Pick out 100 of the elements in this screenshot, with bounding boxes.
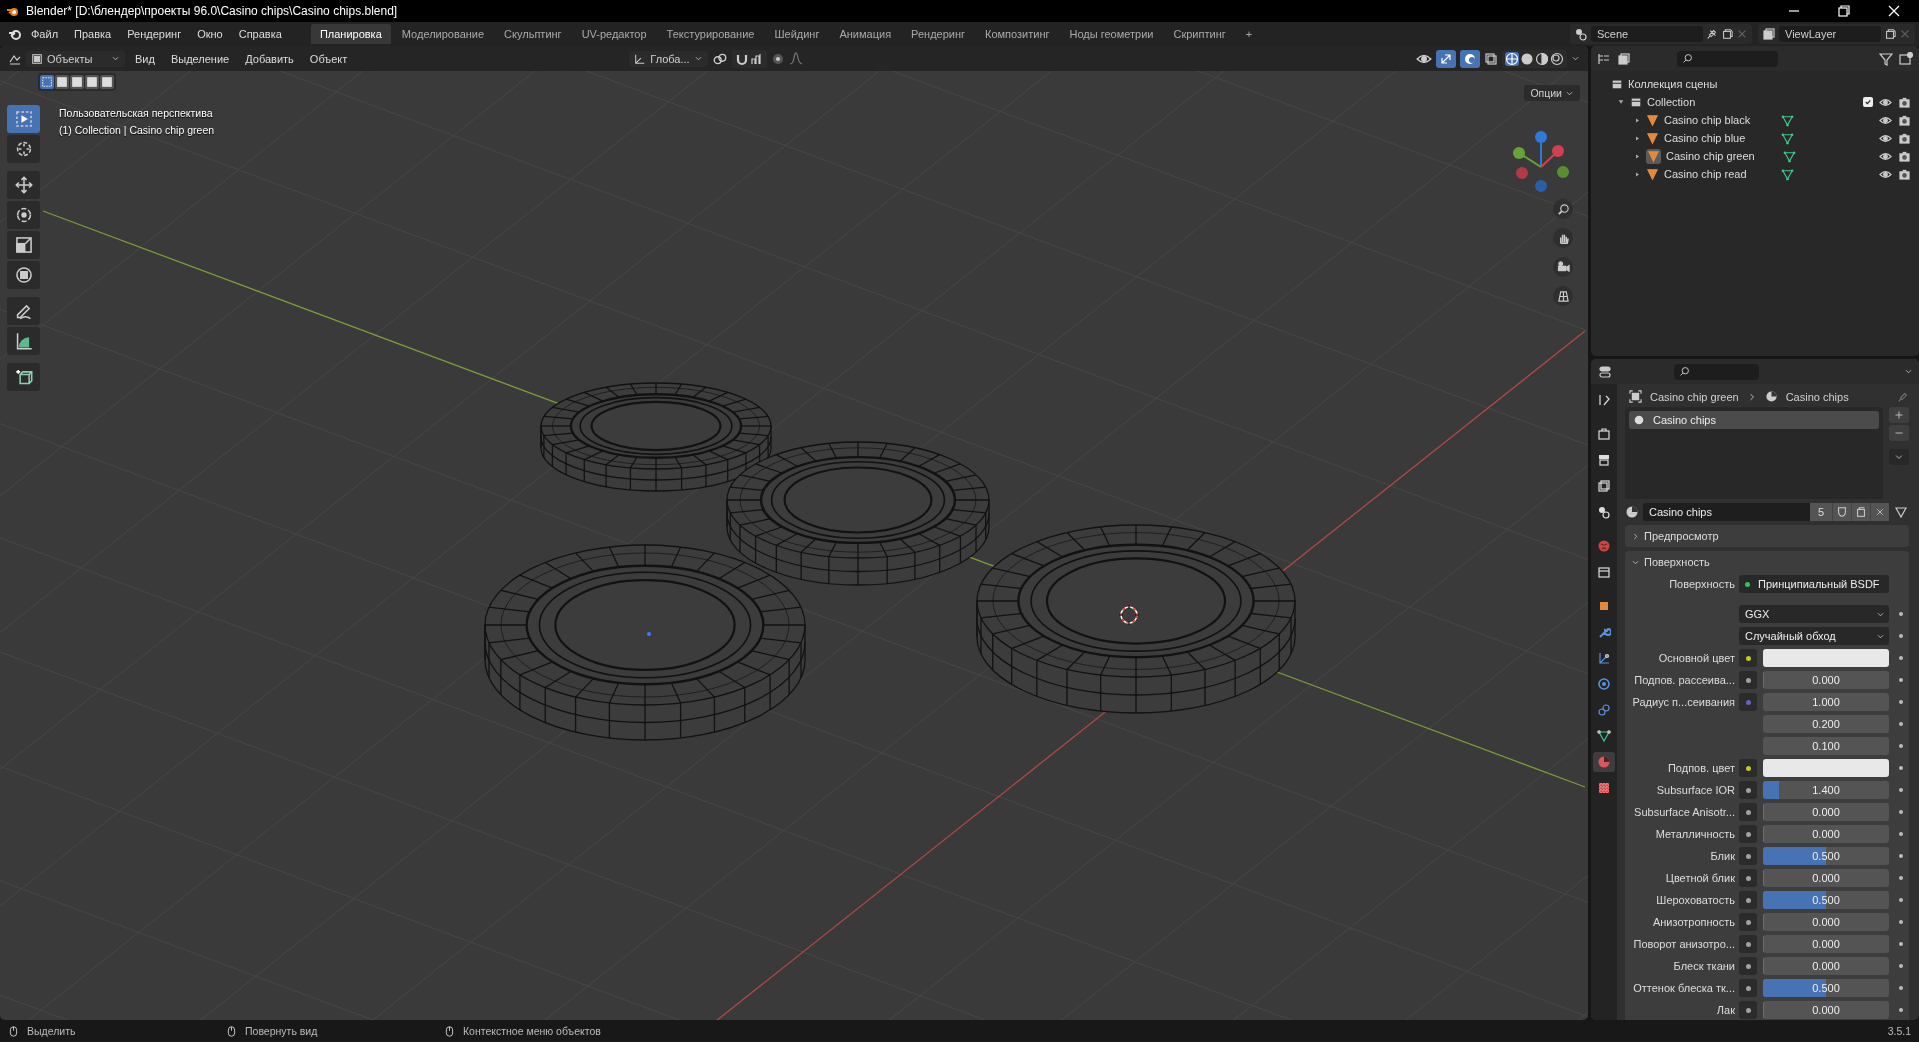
workspace-tab[interactable]: UV-редактор xyxy=(572,24,656,44)
outliner-item[interactable]: Casino chip green xyxy=(1666,150,1778,162)
workspace-tab[interactable]: Анимация xyxy=(830,24,901,44)
socket-button[interactable] xyxy=(1739,957,1757,975)
dropdown[interactable]: Случайный обход xyxy=(1739,627,1889,645)
selection-mode-icon[interactable] xyxy=(56,76,68,88)
snap-increment-icon[interactable] xyxy=(749,51,764,66)
keyframe-dot[interactable] xyxy=(1899,964,1903,968)
socket-button[interactable] xyxy=(1739,847,1757,865)
selection-mode-icon[interactable] xyxy=(86,76,98,88)
transform-tool-button[interactable] xyxy=(7,261,40,289)
add-workspace-button[interactable]: + xyxy=(1236,24,1262,44)
socket-button[interactable] xyxy=(1739,759,1757,777)
number-slider[interactable]: 0.000 xyxy=(1763,869,1889,887)
blender-logo-icon[interactable] xyxy=(8,27,22,41)
scale-tool-button[interactable] xyxy=(7,231,40,259)
material-slot[interactable]: Casino chips xyxy=(1629,411,1879,429)
material-field[interactable]: Casino chips 5 xyxy=(1643,503,1889,521)
link-data-icon[interactable] xyxy=(1893,505,1909,519)
falloff-icon[interactable] xyxy=(788,51,803,66)
panel-header[interactable]: Поверхность xyxy=(1625,551,1909,573)
color-swatch[interactable] xyxy=(1763,759,1889,777)
number-slider[interactable]: 0.000 xyxy=(1763,935,1889,953)
number-slider[interactable]: 1.400 xyxy=(1763,781,1889,799)
dropdown[interactable]: GGX xyxy=(1739,605,1889,623)
material-shading-icon[interactable] xyxy=(1535,51,1549,66)
pin-icon[interactable] xyxy=(1706,28,1718,40)
workspace-tab[interactable]: Планировка xyxy=(310,24,391,44)
orientation-dropdown[interactable]: Глоба... xyxy=(629,50,708,67)
workspace-tab[interactable]: Текстурирование xyxy=(657,24,764,44)
zoom-button[interactable] xyxy=(1553,199,1573,219)
view-layer-field[interactable]: ViewLayer xyxy=(1779,26,1881,42)
view-layer-icon[interactable] xyxy=(1617,51,1631,66)
workspace-tab[interactable]: Рендеринг xyxy=(902,24,975,44)
menu-item[interactable]: Рендеринг xyxy=(120,25,189,43)
number-slider[interactable]: 0.000 xyxy=(1763,825,1889,843)
rendered-shading-icon[interactable] xyxy=(1550,51,1564,66)
keyframe-dot[interactable] xyxy=(1899,678,1903,682)
shader-field[interactable]: Принципиальный BSDF xyxy=(1739,575,1889,593)
menu-item[interactable]: Справка xyxy=(231,25,289,43)
socket-button[interactable] xyxy=(1739,781,1757,799)
number-slider[interactable]: 0.000 xyxy=(1763,913,1889,931)
chevron-down-icon[interactable] xyxy=(1571,54,1580,63)
keyframe-dot[interactable] xyxy=(1899,612,1903,616)
close-icon[interactable] xyxy=(1887,4,1901,18)
new-collection-icon[interactable] xyxy=(1899,51,1913,66)
xray-icon[interactable] xyxy=(1484,51,1498,66)
projection-button[interactable] xyxy=(1553,286,1573,306)
triangle-right-icon[interactable] xyxy=(1633,116,1641,124)
number-field[interactable]: 1.000 xyxy=(1763,693,1889,711)
number-slider[interactable]: 0.000 xyxy=(1763,671,1889,689)
workspace-tab[interactable]: Ноды геометрии xyxy=(1060,24,1163,44)
wireframe-shading-icon[interactable] xyxy=(1505,51,1519,66)
keyframe-dot[interactable] xyxy=(1899,634,1903,638)
menu-item[interactable]: Файл xyxy=(24,25,66,43)
overlays-icon[interactable] xyxy=(1463,51,1477,66)
proportional-icon[interactable] xyxy=(770,51,785,66)
annotate-tool-button[interactable] xyxy=(7,297,40,325)
number-slider[interactable]: 0.500 xyxy=(1763,847,1889,865)
breadcrumb-item[interactable]: Casino chip green xyxy=(1650,390,1739,403)
duplicate-icon[interactable] xyxy=(1721,28,1733,40)
keyframe-dot[interactable] xyxy=(1899,788,1903,792)
outliner-item[interactable]: Коллекция сцены xyxy=(1628,78,1718,90)
workspace-tab[interactable]: Моделирование xyxy=(392,24,494,44)
options-dropdown[interactable]: Опции xyxy=(1524,85,1580,101)
keyframe-dot[interactable] xyxy=(1899,656,1903,660)
socket-button[interactable] xyxy=(1739,891,1757,909)
number-slider[interactable]: 0.000 xyxy=(1763,1001,1889,1019)
number-slider[interactable]: 0.000 xyxy=(1763,957,1889,975)
keyframe-dot[interactable] xyxy=(1899,700,1903,704)
chevron-down-icon[interactable] xyxy=(111,54,120,63)
camera-icon[interactable] xyxy=(1898,113,1911,127)
socket-button[interactable] xyxy=(1739,649,1757,667)
keyframe-dot[interactable] xyxy=(1899,722,1903,726)
workspace-tab[interactable]: Шейдинг xyxy=(765,24,829,44)
keyframe-dot[interactable] xyxy=(1899,832,1903,836)
camera-icon[interactable] xyxy=(1898,95,1911,109)
number-slider[interactable]: 0.500 xyxy=(1763,891,1889,909)
add-cube-tool-button[interactable] xyxy=(7,363,40,391)
mesh-data-icon[interactable] xyxy=(1781,167,1794,181)
triangle-right-icon[interactable] xyxy=(1633,134,1641,142)
breadcrumb-item[interactable]: Casino chips xyxy=(1785,390,1849,403)
keyframe-dot[interactable] xyxy=(1899,920,1903,924)
mesh-data-icon[interactable] xyxy=(1781,113,1794,127)
socket-button[interactable] xyxy=(1739,869,1757,887)
search-field[interactable] xyxy=(1674,363,1759,380)
menu-item[interactable]: Выделение xyxy=(164,50,236,67)
triangle-right-icon[interactable] xyxy=(1633,170,1641,178)
menu-item[interactable]: Правка xyxy=(67,25,119,43)
triangle-down-icon[interactable] xyxy=(1617,98,1625,106)
gizmo-icon[interactable] xyxy=(1439,51,1453,66)
socket-button[interactable] xyxy=(1739,803,1757,821)
workspace-tab[interactable]: Композитинг xyxy=(976,24,1059,44)
socket-button[interactable] xyxy=(1739,825,1757,843)
camera-view-button[interactable] xyxy=(1553,257,1573,277)
pan-button[interactable] xyxy=(1553,228,1573,248)
outliner-item[interactable]: Casino chip blue xyxy=(1664,132,1776,144)
display-mode-icon[interactable] xyxy=(1597,51,1611,66)
specials-button[interactable] xyxy=(1889,449,1909,465)
keyframe-dot[interactable] xyxy=(1899,766,1903,770)
